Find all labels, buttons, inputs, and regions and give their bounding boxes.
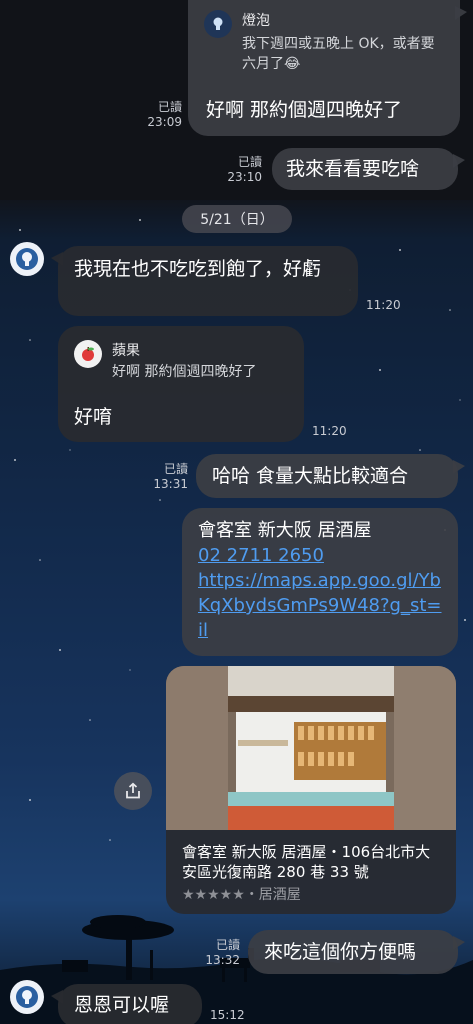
quote-avatar bbox=[74, 340, 102, 368]
message-text: 好唷 bbox=[74, 406, 113, 428]
message-time: 13:31 bbox=[153, 477, 188, 491]
message-time: 13:32 bbox=[205, 953, 240, 967]
link-preview-card[interactable]: 會客室 新大阪 居酒屋・106台北市大安區光復南路 280 巷 33 號 ★★★… bbox=[166, 666, 456, 914]
place-category: ・居酒屋 bbox=[244, 887, 301, 903]
quote-avatar bbox=[204, 10, 232, 38]
message-time: 11:20 bbox=[312, 424, 347, 438]
message-time: 15:12 bbox=[210, 1008, 245, 1022]
lightbulb-icon bbox=[16, 248, 38, 270]
message-bubble-incoming[interactable]: 我現在也不吃吃到飽了，好虧 bbox=[51, 246, 358, 316]
read-status: 已讀 bbox=[237, 155, 262, 169]
message-text: 哈哈 食量大點比較適合 bbox=[212, 465, 409, 487]
rating-stars: ★★★★★ bbox=[182, 887, 245, 903]
message-text: 我現在也不吃吃到飽了，好虧 bbox=[74, 258, 322, 280]
preview-rating-row: ★★★★★・居酒屋 bbox=[182, 884, 301, 904]
message-bubble-outgoing[interactable]: 我來看看要吃啥 bbox=[272, 148, 465, 190]
message-bubble-incoming[interactable]: 恩恩可以喔 bbox=[51, 984, 202, 1024]
preview-place-info: 會客室 新大阪 居酒屋・106台北市大安區光復南路 280 巷 33 號 bbox=[182, 843, 431, 881]
place-title: 會客室 新大阪 居酒屋 bbox=[198, 520, 372, 541]
share-icon bbox=[126, 782, 140, 799]
date-separator: 5/21（日） bbox=[182, 205, 292, 233]
avatar[interactable] bbox=[10, 242, 44, 276]
message-bubble-outgoing[interactable]: 燈泡 我下週四或五晚上 OK，或者要六月了😂 好啊 那約個週四晚好了 bbox=[188, 0, 467, 136]
preview-image bbox=[166, 666, 456, 830]
message-bubble-outgoing[interactable]: 哈哈 食量大點比較適合 bbox=[196, 454, 465, 498]
message-text: 來吃這個你方便嗎 bbox=[264, 941, 417, 963]
message-text: 好啊 那約個週四晚好了 bbox=[206, 99, 403, 121]
message-time: 23:10 bbox=[227, 170, 262, 184]
lightbulb-icon bbox=[16, 986, 38, 1008]
message-time: 23:09 bbox=[147, 115, 182, 129]
apple-icon bbox=[82, 347, 94, 361]
message-meta: 已讀 13:31 bbox=[140, 462, 188, 492]
map-url-link[interactable]: https://maps.app.goo.gl/YbKqXbydsGmPs9W4… bbox=[198, 568, 442, 643]
read-status: 已讀 bbox=[163, 462, 188, 476]
message-bubble-incoming[interactable]: 蘋果 好啊 那約個週四晚好了 好唷 bbox=[58, 326, 304, 442]
share-button[interactable] bbox=[114, 772, 152, 810]
phone-link[interactable]: 02 2711 2650 bbox=[198, 543, 442, 568]
quote-sender-name: 燈泡 bbox=[242, 13, 270, 29]
message-bubble-outgoing[interactable]: 會客室 新大阪 居酒屋 02 2711 2650 https://maps.ap… bbox=[182, 508, 458, 656]
message-meta: 已讀 13:32 bbox=[194, 938, 240, 968]
message-text: 恩恩可以喔 bbox=[74, 994, 170, 1016]
message-bubble-outgoing[interactable]: 來吃這個你方便嗎 bbox=[248, 930, 465, 974]
read-status: 已讀 bbox=[157, 100, 182, 114]
message-text: 我來看看要吃啥 bbox=[286, 158, 420, 180]
message-meta: 已讀 23:09 bbox=[136, 100, 182, 130]
quote-text: 我下週四或五晚上 OK，或者要六月了😂 bbox=[242, 36, 435, 72]
message-meta: 已讀 23:10 bbox=[216, 155, 262, 185]
read-status: 已讀 bbox=[215, 938, 240, 952]
quote-sender-name: 蘋果 bbox=[112, 343, 140, 359]
avatar[interactable] bbox=[10, 980, 44, 1014]
message-time: 11:20 bbox=[366, 298, 401, 312]
lightbulb-icon bbox=[213, 17, 223, 30]
quote-text: 好啊 那約個週四晚好了 bbox=[112, 364, 257, 380]
